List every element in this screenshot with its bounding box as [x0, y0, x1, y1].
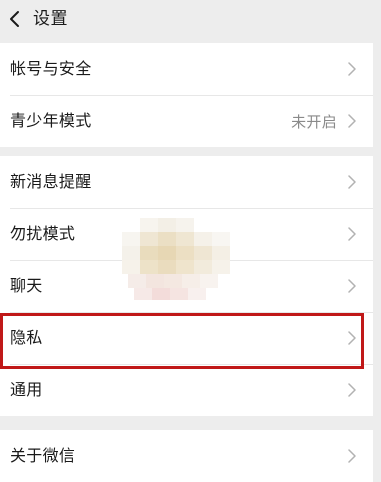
- settings-item-label: 关于微信: [10, 446, 76, 465]
- settings-item-label: 青少年模式: [10, 111, 92, 130]
- settings-item-label: 新消息提醒: [10, 172, 92, 191]
- chevron-right-icon: [348, 331, 356, 345]
- settings-item-label: 通用: [10, 380, 43, 399]
- chevron-right-icon: [348, 227, 356, 241]
- teen-mode-status: 未开启: [291, 112, 337, 131]
- settings-item-about-wechat[interactable]: 关于微信: [0, 430, 373, 482]
- settings-item-label: 隐私: [10, 328, 43, 347]
- settings-item-label: 勿扰模式: [10, 224, 76, 243]
- chevron-right-icon: [348, 62, 356, 76]
- settings-item-privacy[interactable]: 隐私: [0, 312, 373, 364]
- settings-group-about: 关于微信: [0, 430, 373, 482]
- settings-item-label: 聊天: [10, 276, 43, 295]
- settings-item-new-message-alerts[interactable]: 新消息提醒: [0, 156, 373, 208]
- settings-group-general: 新消息提醒 勿扰模式 聊天 隐私 通用: [0, 156, 373, 416]
- settings-item-label: 帐号与安全: [10, 59, 92, 78]
- page-title: 设置: [33, 9, 68, 29]
- settings-group-account: 帐号与安全 青少年模式 未开启: [0, 43, 373, 147]
- chevron-right-icon: [348, 449, 356, 463]
- settings-item-teen-mode[interactable]: 青少年模式 未开启: [0, 95, 373, 147]
- top-bar: 设置: [0, 0, 381, 40]
- settings-item-chat[interactable]: 聊天: [0, 260, 373, 312]
- chevron-right-icon: [348, 114, 356, 128]
- chevron-left-icon: [10, 11, 19, 27]
- chevron-right-icon: [348, 383, 356, 397]
- chevron-right-icon: [348, 279, 356, 293]
- settings-item-general[interactable]: 通用: [0, 364, 373, 416]
- chevron-right-icon: [348, 175, 356, 189]
- settings-item-do-not-disturb[interactable]: 勿扰模式: [0, 208, 373, 260]
- back-button[interactable]: [6, 8, 24, 30]
- settings-item-account-security[interactable]: 帐号与安全: [0, 43, 373, 95]
